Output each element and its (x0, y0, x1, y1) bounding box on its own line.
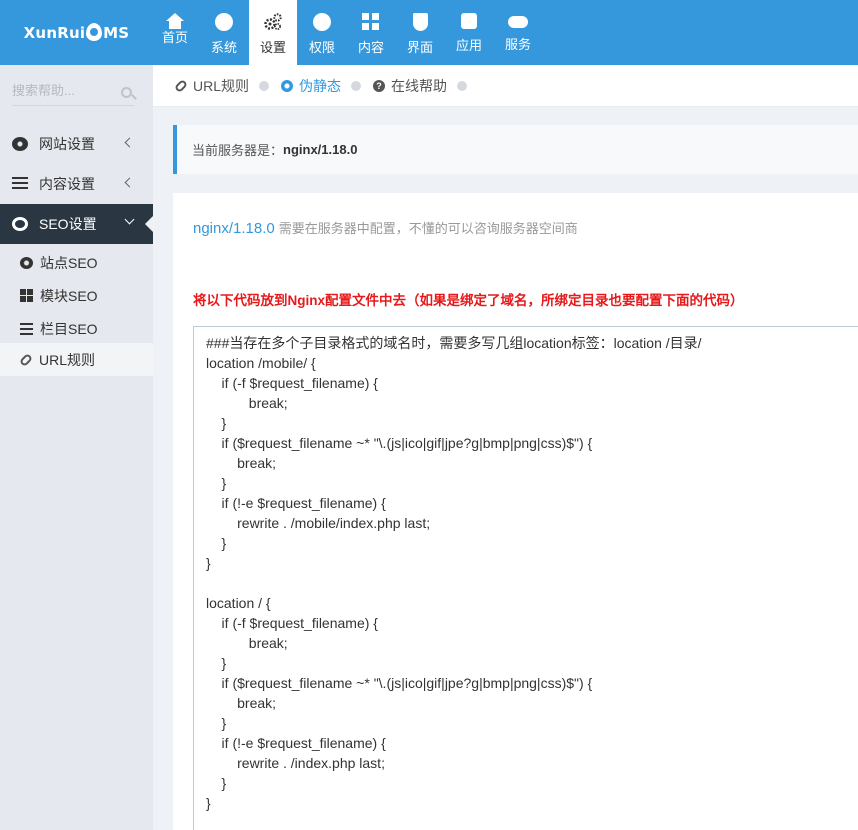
chevron-left-icon (124, 177, 135, 188)
menu-seo-settings[interactable]: SEO设置 (0, 204, 153, 244)
gear-icon (12, 137, 28, 151)
list-icon (20, 322, 33, 335)
logo-drop-icon (86, 22, 103, 41)
note-prefix: 当前服务器是： (192, 143, 284, 158)
search-input[interactable] (12, 83, 112, 98)
ie-icon (12, 217, 28, 231)
puzzle-icon (461, 13, 477, 29)
nav-label: 系统 (210, 40, 237, 55)
home-icon (166, 13, 184, 29)
warning-text: 将以下代码放到Nginx配置文件中去（如果是绑定了域名，所绑定目录也要配置下面的… (193, 293, 744, 308)
nav-label: 权限 (308, 40, 335, 55)
menu-label: 内容设置 (39, 176, 95, 192)
nav-label: 界面 (406, 40, 433, 55)
nav-services[interactable]: 服务 (494, 0, 542, 65)
code-block[interactable]: ###当存在多个子目录格式的域名时，需要多写几组location标签：locat… (193, 326, 858, 830)
tab-bar: URL规则 伪静态 ? 在线帮助 (153, 65, 858, 107)
submenu-url-rules[interactable]: URL规则 (0, 343, 153, 376)
menu-label: 网站设置 (39, 136, 95, 152)
nav-apps[interactable]: 应用 (445, 0, 493, 65)
menu-site-settings[interactable]: 网站设置 (0, 124, 153, 164)
menu-label: SEO设置 (39, 216, 97, 232)
submenu-label: 站点SEO (40, 254, 98, 271)
nav-label: 首页 (161, 30, 188, 45)
submenu-label: 栏目SEO (40, 320, 98, 337)
menu-content-settings[interactable]: 内容设置 (0, 164, 153, 204)
note-server: nginx/1.18.0 (283, 142, 358, 157)
tab-label: 伪静态 (299, 77, 342, 94)
chevron-left-icon (124, 137, 135, 148)
nav-home[interactable]: 首页 (151, 0, 199, 65)
user-icon (313, 13, 331, 31)
tab-rewrite[interactable]: 伪静态 (281, 76, 341, 96)
separator-dot (351, 80, 362, 91)
nav-interface[interactable]: 界面 (396, 0, 444, 65)
search-icon[interactable] (121, 87, 132, 98)
top-navbar: XunRui MS 首页 系统 设置 权限 内容 界面 应用 服务 (0, 0, 858, 65)
nav-label: 服务 (504, 37, 531, 52)
cloud-icon (508, 16, 528, 28)
gear-icon (281, 79, 294, 92)
link-icon (173, 78, 189, 93)
link-icon (18, 352, 34, 367)
logo-text-right: MS (103, 23, 130, 42)
separator-dot (457, 80, 468, 91)
grid-icon (362, 13, 380, 31)
chevron-down-icon (124, 214, 135, 225)
globe-icon (215, 13, 233, 31)
help-search (12, 82, 134, 106)
server-note: 当前服务器是： nginx/1.18.0 (173, 125, 858, 174)
logo-text-left: XunRui (23, 23, 86, 42)
submenu-module-seo[interactable]: 模块SEO (0, 279, 153, 312)
grid-icon (20, 289, 33, 302)
sidebar: 网站设置 内容设置 SEO设置 站点SEO 模块SEO 栏目SEO URL规则 (0, 65, 153, 830)
rewrite-panel: nginx/1.18.0 需要在服务器中配置，不懂的可以咨询服务器空间商 将以下代… (173, 193, 858, 830)
tab-online-help[interactable]: ? 在线帮助 (373, 76, 447, 96)
nav-permissions[interactable]: 权限 (298, 0, 346, 65)
tab-label: 在线帮助 (391, 77, 448, 94)
nav-system[interactable]: 系统 (200, 0, 248, 65)
nav-content[interactable]: 内容 (347, 0, 395, 65)
tab-label: URL规则 (193, 77, 250, 94)
panel-server: nginx/1.18.0 (193, 220, 275, 237)
nav-label: 内容 (357, 40, 384, 55)
submenu-site-seo[interactable]: 站点SEO (0, 246, 153, 279)
panel-title: nginx/1.18.0 需要在服务器中配置，不懂的可以咨询服务器空间商 (193, 218, 578, 237)
nav-label: 应用 (455, 38, 482, 53)
bars-icon (12, 177, 28, 191)
gears-icon (264, 13, 282, 31)
submenu-category-seo[interactable]: 栏目SEO (0, 312, 153, 345)
panel-desc: 需要在服务器中配置，不懂的可以咨询服务器空间商 (278, 221, 578, 236)
separator-dot (259, 80, 270, 91)
question-icon: ? (373, 79, 386, 92)
submenu-label: URL规则 (39, 351, 96, 368)
nav-settings[interactable]: 设置 (249, 0, 297, 65)
html5-icon (412, 13, 428, 31)
nav-label: 设置 (259, 40, 286, 55)
submenu-label: 模块SEO (40, 287, 98, 304)
gear-icon (20, 256, 33, 269)
logo[interactable]: XunRui MS (0, 0, 153, 65)
tab-url-rules[interactable]: URL规则 (173, 76, 250, 96)
